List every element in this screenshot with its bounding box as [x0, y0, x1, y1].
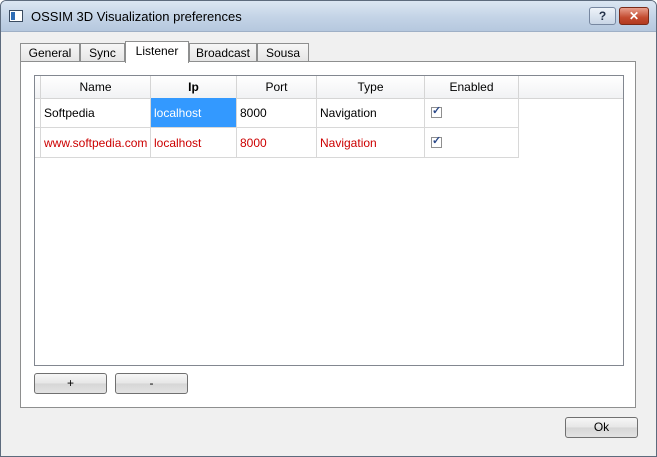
- close-button[interactable]: ✕: [619, 7, 649, 25]
- app-window-icon: [9, 10, 23, 22]
- enabled-checkbox[interactable]: [431, 133, 442, 149]
- cell-enabled[interactable]: [425, 128, 519, 158]
- tab-general[interactable]: General: [20, 43, 80, 62]
- cell-ip[interactable]: localhost: [151, 128, 237, 158]
- cell-type[interactable]: Navigation: [317, 98, 425, 128]
- enabled-checkbox[interactable]: [431, 103, 442, 119]
- cell-name[interactable]: Softpedia: [41, 98, 151, 128]
- tab-sousa[interactable]: Sousa: [257, 43, 309, 62]
- cell-name[interactable]: www.softpedia.com: [41, 128, 151, 158]
- tab-sync[interactable]: Sync: [80, 43, 125, 62]
- listener-panel: Name Ip Port Type Enabled Softpedia loca…: [20, 61, 636, 408]
- add-listener-button[interactable]: +: [34, 373, 107, 394]
- cell-ip[interactable]: localhost: [151, 98, 237, 128]
- listener-table[interactable]: Name Ip Port Type Enabled Softpedia loca…: [34, 75, 624, 366]
- column-header-name[interactable]: Name: [41, 76, 151, 98]
- tab-listener[interactable]: Listener: [125, 41, 189, 63]
- table-header: Name Ip Port Type Enabled: [35, 76, 623, 99]
- window-title: OSSIM 3D Visualization preferences: [31, 9, 242, 24]
- column-header-port[interactable]: Port: [237, 76, 317, 98]
- cell-port[interactable]: 8000: [237, 98, 317, 128]
- cell-port[interactable]: 8000: [237, 128, 317, 158]
- remove-listener-button[interactable]: -: [115, 373, 188, 394]
- cell-type[interactable]: Navigation: [317, 128, 425, 158]
- help-button[interactable]: ?: [589, 7, 616, 25]
- column-header-enabled[interactable]: Enabled: [425, 76, 519, 98]
- table-row[interactable]: www.softpedia.com localhost 8000 Navigat…: [35, 128, 519, 158]
- table-row[interactable]: Softpedia localhost 8000 Navigation: [35, 98, 519, 128]
- title-bar[interactable]: OSSIM 3D Visualization preferences ? ✕: [1, 1, 656, 32]
- column-header-type[interactable]: Type: [317, 76, 425, 98]
- column-header-ip[interactable]: Ip: [151, 76, 237, 98]
- ok-button[interactable]: Ok: [565, 417, 638, 438]
- cell-enabled[interactable]: [425, 98, 519, 128]
- tab-broadcast[interactable]: Broadcast: [189, 43, 257, 62]
- preferences-dialog: OSSIM 3D Visualization preferences ? ✕ G…: [0, 0, 657, 457]
